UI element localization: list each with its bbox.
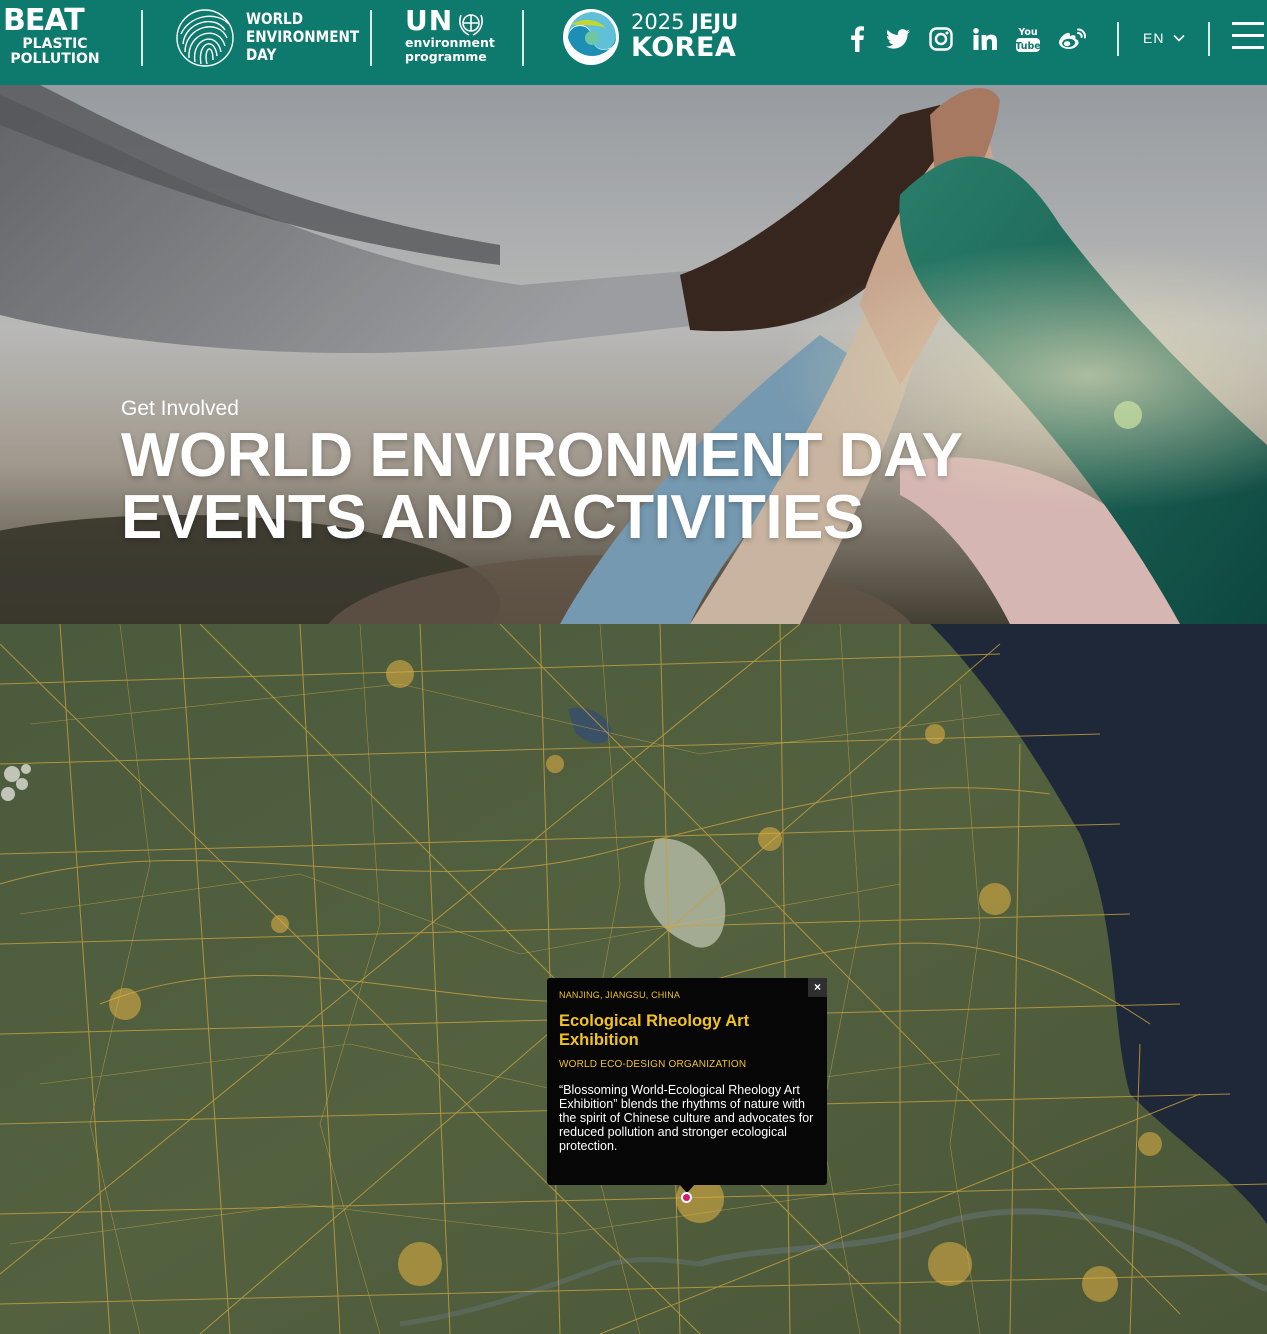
beat-plastic-pollution-logo[interactable]: BEAT PLASTIC POLLUTION — [3, 3, 107, 67]
instagram-icon[interactable] — [927, 25, 955, 53]
jeju-year: 2025 — [631, 10, 685, 34]
event-map-marker[interactable] — [681, 1192, 692, 1203]
hero-kicker: Get Involved — [121, 397, 239, 420]
linkedin-icon[interactable] — [971, 25, 999, 53]
twitter-icon[interactable] — [884, 25, 912, 53]
jeju-country: KOREA — [631, 32, 737, 63]
hamburger-menu-icon[interactable] — [1232, 22, 1264, 56]
language-selector[interactable]: EN — [1143, 30, 1186, 46]
wed-line2: ENVIRONMENT — [246, 27, 360, 46]
event-location: NANJING, JIANGSU, CHINA — [559, 990, 681, 1000]
beat-logo-line1: BEAT — [3, 3, 85, 38]
header-divider — [141, 10, 143, 66]
event-organizer: WORLD ECO-DESIGN ORGANIZATION — [559, 1059, 747, 1070]
un-logo-line1: environment — [405, 35, 495, 50]
header-divider — [370, 10, 372, 66]
un-environment-programme-logo[interactable]: UN environment programme — [405, 6, 495, 64]
youtube-icon-text-bottom: Tube — [1015, 41, 1040, 52]
wed-line1: WORLD — [246, 9, 303, 28]
youtube-icon[interactable]: You Tube — [1014, 25, 1042, 53]
language-label: EN — [1143, 30, 1165, 46]
chevron-down-icon — [1173, 34, 1186, 42]
weibo-icon[interactable] — [1058, 25, 1086, 53]
event-title[interactable]: Ecological Rheology Art Exhibition — [559, 1012, 789, 1050]
event-description: “Blossoming World-Ecological Rheology Ar… — [559, 1083, 814, 1153]
hero-banner: Get Involved WORLD ENVIRONMENT DAY EVENT… — [0, 85, 1267, 624]
beat-logo-line3: POLLUTION — [10, 51, 100, 67]
popup-close-button[interactable]: × — [808, 978, 827, 997]
world-environment-day-logo-text[interactable]: WORLD ENVIRONMENT DAY — [246, 10, 359, 64]
jeju-korea-logo-text[interactable]: 2025 JEJU KOREA — [631, 10, 738, 62]
hero-title-line2: EVENTS AND ACTIVITIES — [121, 483, 864, 552]
site-header: BEAT PLASTIC POLLUTION WORLD ENVIRONMENT… — [0, 0, 1267, 85]
youtube-icon-text-top: You — [1017, 27, 1037, 38]
header-divider — [1117, 22, 1119, 56]
hero-title-line1: WORLD ENVIRONMENT DAY — [121, 421, 963, 490]
jeju-korea-swirl-icon — [563, 9, 619, 65]
header-divider — [522, 10, 524, 66]
wed-line3: DAY — [246, 45, 277, 64]
un-emblem-icon — [459, 14, 483, 36]
un-logo-line2: programme — [405, 49, 487, 64]
beat-logo-line2: PLASTIC — [22, 36, 88, 52]
header-divider — [1208, 22, 1210, 56]
hero-title: WORLD ENVIRONMENT DAY EVENTS AND ACTIVIT… — [121, 421, 963, 552]
world-environment-day-fingerprint-icon — [176, 9, 234, 67]
jeju-city: JEJU — [691, 10, 739, 34]
event-popup: NANJING, JIANGSU, CHINA Ecological Rheol… — [547, 978, 827, 1185]
facebook-icon[interactable] — [843, 25, 871, 53]
